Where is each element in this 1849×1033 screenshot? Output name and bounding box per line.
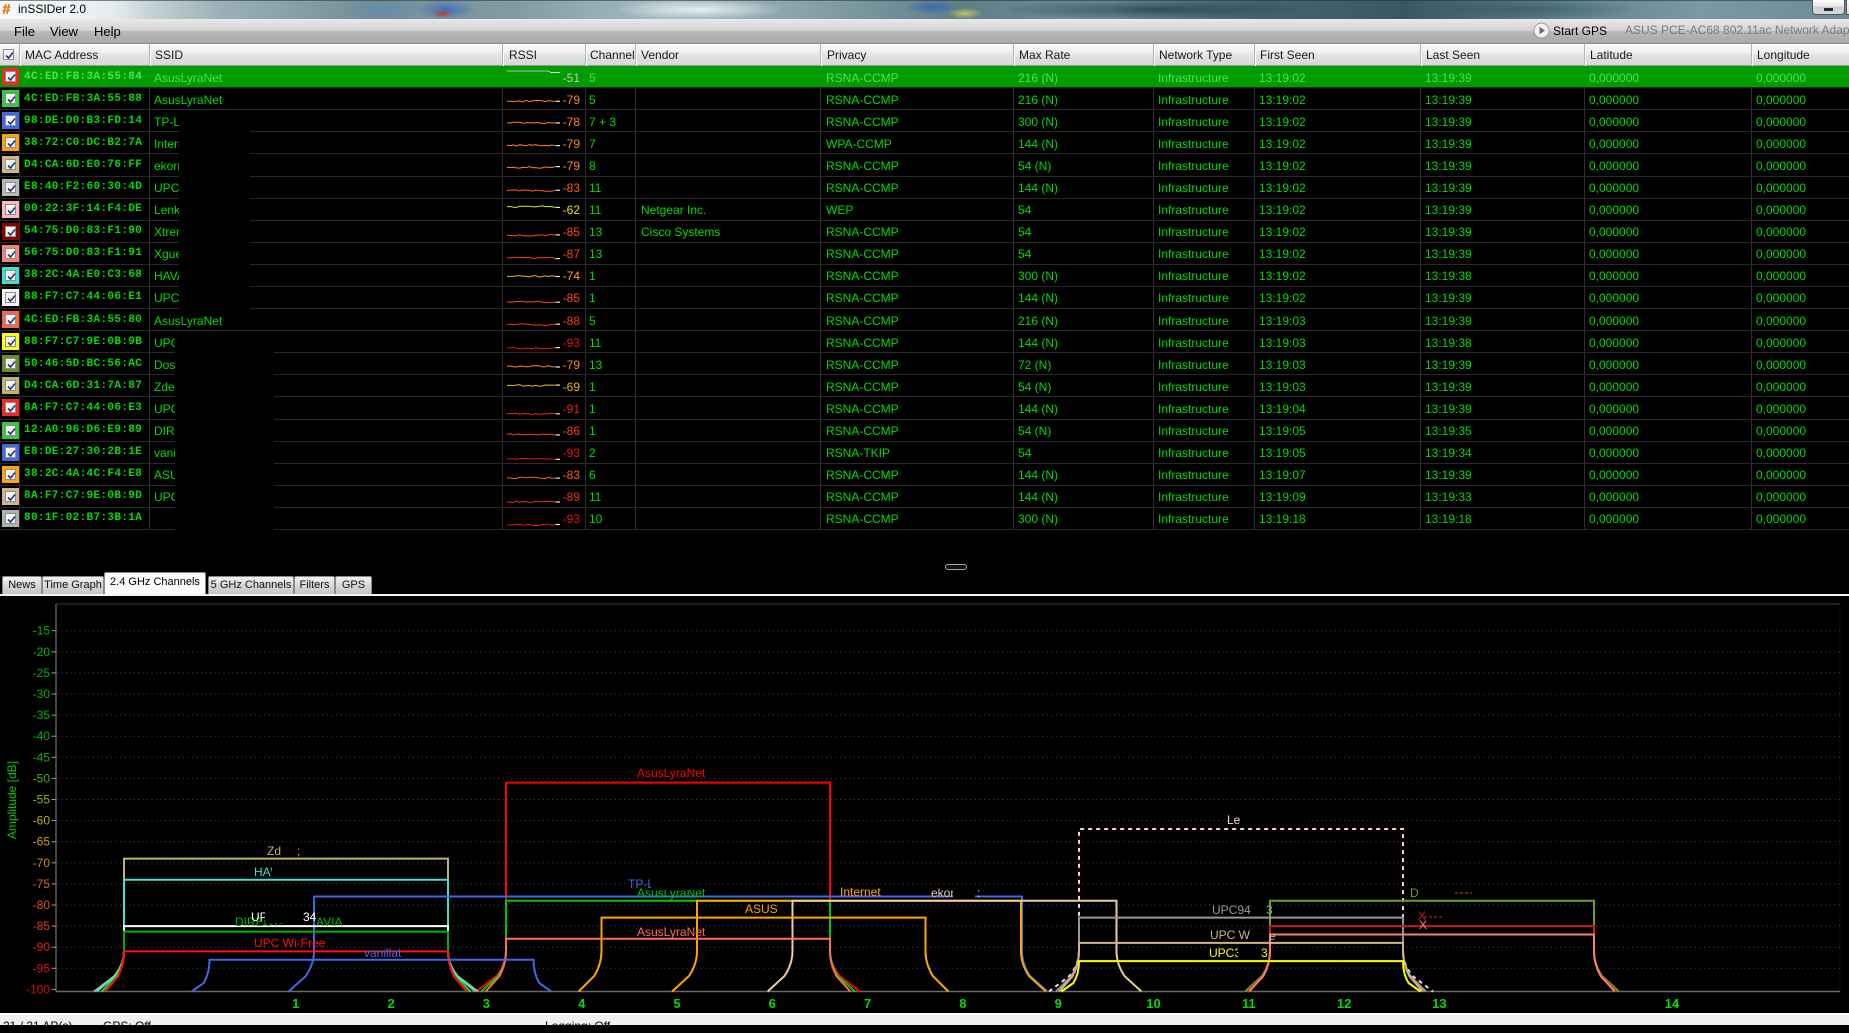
svg-text:-100: -100 xyxy=(26,982,50,996)
svg-text:9: 9 xyxy=(1055,996,1062,1011)
svg-text:-20: -20 xyxy=(33,645,51,659)
svg-text:X: X xyxy=(1419,918,1427,932)
svg-text:Zd: Zd xyxy=(267,844,281,858)
svg-text:-40: -40 xyxy=(33,729,51,743)
svg-text:UPC3: UPC3 xyxy=(1209,946,1241,960)
svg-text:2: 2 xyxy=(387,996,394,1011)
svg-text:UPC94: UPC94 xyxy=(1212,903,1251,917)
svg-text:;: ; xyxy=(297,844,300,858)
svg-text:6: 6 xyxy=(769,996,776,1011)
svg-text:-45: -45 xyxy=(33,750,51,764)
svg-text:-75: -75 xyxy=(33,877,51,891)
svg-text:3: 3 xyxy=(1261,946,1268,960)
svg-text:1: 1 xyxy=(292,996,299,1011)
svg-text:UPC W: UPC W xyxy=(1210,928,1251,942)
svg-text:AsusLyraNet: AsusLyraNet xyxy=(637,766,706,780)
svg-text:-85: -85 xyxy=(33,919,51,933)
svg-text:-15: -15 xyxy=(33,624,51,638)
svg-text:Le: Le xyxy=(1227,813,1241,827)
svg-text:-60: -60 xyxy=(33,814,51,828)
svg-text:3: 3 xyxy=(483,996,490,1011)
svg-text:11: 11 xyxy=(1242,996,1256,1011)
svg-text:vanillat: vanillat xyxy=(364,946,402,960)
svg-text:14: 14 xyxy=(1665,996,1680,1011)
svg-text:AsusLyraNet: AsusLyraNet xyxy=(637,925,706,939)
svg-text:-65: -65 xyxy=(33,835,51,849)
svg-text:12: 12 xyxy=(1337,996,1351,1011)
svg-text:8: 8 xyxy=(959,996,966,1011)
svg-text:-70: -70 xyxy=(33,856,51,870)
svg-text:e: e xyxy=(1269,929,1276,943)
svg-text:Internet: Internet xyxy=(840,885,881,899)
svg-text:-95: -95 xyxy=(33,961,51,975)
svg-text:13: 13 xyxy=(1432,996,1446,1011)
svg-text:-90: -90 xyxy=(33,940,51,954)
svg-text:ASUS: ASUS xyxy=(745,902,778,916)
svg-text:AVIA: AVIA xyxy=(316,915,342,929)
svg-text:-55: -55 xyxy=(33,793,51,807)
svg-text:10: 10 xyxy=(1146,996,1160,1011)
svg-text:3: 3 xyxy=(1266,903,1273,917)
svg-text:-25: -25 xyxy=(33,666,51,680)
svg-text:-50: -50 xyxy=(33,771,51,785)
svg-text::: : xyxy=(977,886,980,900)
svg-text:-80: -80 xyxy=(33,898,51,912)
svg-text:5: 5 xyxy=(673,996,680,1011)
svg-text:Amplitude [dB]: Amplitude [dB] xyxy=(5,761,19,839)
svg-text:4: 4 xyxy=(578,996,586,1011)
svg-text:-35: -35 xyxy=(33,708,51,722)
svg-text:7: 7 xyxy=(864,996,871,1011)
svg-text:UPC Wi-Free: UPC Wi-Free xyxy=(254,936,326,950)
svg-text:-30: -30 xyxy=(33,687,51,701)
svg-text:34: 34 xyxy=(303,910,317,924)
